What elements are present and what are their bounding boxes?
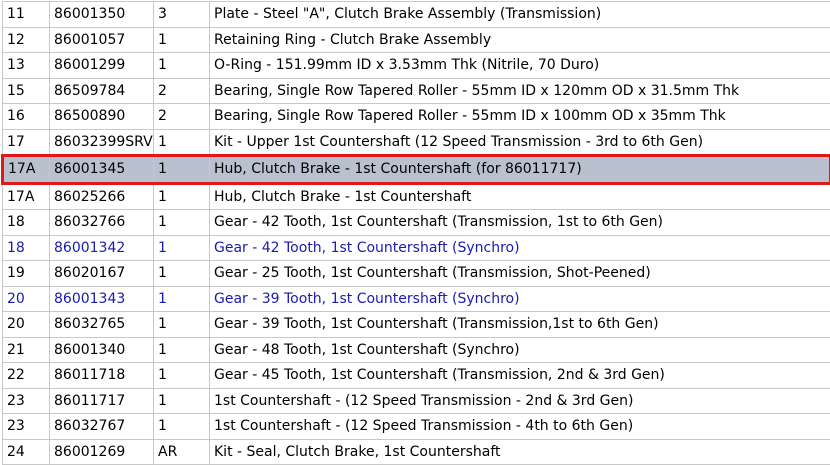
table-row[interactable]: 21 86001340 1 Gear - 48 Tooth, 1st Counters… xyxy=(2,336,830,363)
description-cell: Hub, Clutch Brake - 1st Countershaft (fo… xyxy=(209,154,830,185)
ref-number-cell: 17 xyxy=(2,128,50,156)
description-cell: Gear - 42 Tooth, 1st Countershaft (Trans… xyxy=(209,209,830,236)
quantity-cell[interactable]: 1 xyxy=(153,234,210,261)
table-row[interactable]: 12 86001057 1 Retaining Ring - Clutch Brake… xyxy=(2,26,830,53)
description-cell: Gear - 45 Tooth, 1st Countershaft (Trans… xyxy=(209,362,830,389)
quantity-cell: 1 xyxy=(153,154,210,185)
description-cell: Plate - Steel "A", Clutch Brake Assembly… xyxy=(209,1,830,28)
description-cell[interactable]: Gear - 42 Tooth, 1st Countershaft (Synch… xyxy=(209,234,830,261)
parts-list-table: 11 86001350 3 Plate - Steel "A", Clutch Bra… xyxy=(1,1,830,465)
table-row[interactable]: 17 86032399SRV 1 Kit - Upper 1st Countersha… xyxy=(2,128,830,156)
part-number-cell[interactable]: 86001342 xyxy=(49,234,154,261)
ref-number-cell[interactable]: 20 xyxy=(2,285,50,312)
part-number-cell: 86500890 xyxy=(49,103,154,130)
ref-number-cell: 16 xyxy=(2,103,50,130)
description-cell: Gear - 25 Tooth, 1st Countershaft (Trans… xyxy=(209,260,830,287)
quantity-cell: 1 xyxy=(153,362,210,389)
table-row[interactable]: 20 86001343 1 Gear - 39 Tooth, 1st Counters… xyxy=(2,285,830,312)
part-number-cell[interactable]: 86001343 xyxy=(49,285,154,312)
ref-number-cell: 11 xyxy=(2,1,50,28)
table-row[interactable]: 23 86032767 1 1st Countershaft - (12 Speed … xyxy=(2,413,830,440)
quantity-cell: AR xyxy=(153,438,210,465)
part-number-cell: 86032767 xyxy=(49,413,154,440)
part-number-cell: 86011717 xyxy=(49,387,154,414)
table-row[interactable]: 11 86001350 3 Plate - Steel "A", Clutch Bra… xyxy=(2,1,830,28)
quantity-cell: 1 xyxy=(153,52,210,79)
ref-number-cell: 17A xyxy=(2,182,50,210)
description-cell: 1st Countershaft - (12 Speed Transmissio… xyxy=(209,387,830,414)
quantity-cell: 1 xyxy=(153,413,210,440)
description-cell: Bearing, Single Row Tapered Roller - 55m… xyxy=(209,77,830,104)
ref-number-cell: 15 xyxy=(2,77,50,104)
table-row[interactable]: 13 86001299 1 O-Ring - 151.99mm ID x 3.53mm… xyxy=(2,52,830,79)
part-number-cell: 86509784 xyxy=(49,77,154,104)
table-row[interactable]: 20 86032765 1 Gear - 39 Tooth, 1st Counters… xyxy=(2,311,830,338)
quantity-cell: 2 xyxy=(153,77,210,104)
part-number-cell: 86020167 xyxy=(49,260,154,287)
ref-number-cell: 13 xyxy=(2,52,50,79)
part-number-cell: 86001350 xyxy=(49,1,154,28)
part-number-cell: 86001345 xyxy=(49,154,154,185)
quantity-cell: 1 xyxy=(153,182,210,210)
ref-number-cell: 21 xyxy=(2,336,50,363)
description-cell: Kit - Seal, Clutch Brake, 1st Countersha… xyxy=(209,438,830,465)
part-number-cell: 86032766 xyxy=(49,209,154,236)
part-number-cell: 86001299 xyxy=(49,52,154,79)
description-cell: Retaining Ring - Clutch Brake Assembly xyxy=(209,26,830,53)
table-row[interactable]: 23 86011717 1 1st Countershaft - (12 Speed … xyxy=(2,387,830,414)
ref-number-cell: 20 xyxy=(2,311,50,338)
table-row[interactable]: 18 86032766 1 Gear - 42 Tooth, 1st Counters… xyxy=(2,209,830,236)
quantity-cell: 1 xyxy=(153,336,210,363)
part-number-cell: 86001057 xyxy=(49,26,154,53)
ref-number-cell: 17A xyxy=(1,154,50,185)
description-cell: Gear - 39 Tooth, 1st Countershaft (Trans… xyxy=(209,311,830,338)
quantity-cell: 3 xyxy=(153,1,210,28)
table-row[interactable]: 15 86509784 2 Bearing, Single Row Tapered R… xyxy=(2,77,830,104)
part-number-cell: 86032399SRV xyxy=(49,128,154,156)
description-cell: Kit - Upper 1st Countershaft (12 Speed T… xyxy=(209,128,830,156)
table-row[interactable]: 17A 86025266 1 Hub, Clutch Brake - 1st Coun… xyxy=(2,182,830,210)
description-cell: 1st Countershaft - (12 Speed Transmissio… xyxy=(209,413,830,440)
part-number-cell: 86032765 xyxy=(49,311,154,338)
ref-number-cell: 23 xyxy=(2,413,50,440)
ref-number-cell: 18 xyxy=(2,209,50,236)
part-number-cell: 86001340 xyxy=(49,336,154,363)
description-cell: O-Ring - 151.99mm ID x 3.53mm Thk (Nitri… xyxy=(209,52,830,79)
ref-number-cell[interactable]: 18 xyxy=(2,234,50,261)
table-row-selected[interactable]: 17A 86001345 1 Hub, Clutch Brake - 1st Coun… xyxy=(1,154,830,185)
quantity-cell: 1 xyxy=(153,387,210,414)
description-cell: Gear - 48 Tooth, 1st Countershaft (Synch… xyxy=(209,336,830,363)
table-row[interactable]: 24 86001269 AR Kit - Seal, Clutch Brake, 1s… xyxy=(2,438,830,465)
description-cell: Bearing, Single Row Tapered Roller - 55m… xyxy=(209,103,830,130)
ref-number-cell: 19 xyxy=(2,260,50,287)
parts-list-body: 11 86001350 3 Plate - Steel "A", Clutch Bra… xyxy=(1,1,830,465)
quantity-cell: 1 xyxy=(153,128,210,156)
table-row[interactable]: 22 86011718 1 Gear - 45 Tooth, 1st Counters… xyxy=(2,362,830,389)
table-row[interactable]: 18 86001342 1 Gear - 42 Tooth, 1st Counters… xyxy=(2,234,830,261)
table-row[interactable]: 16 86500890 2 Bearing, Single Row Tapered R… xyxy=(2,103,830,130)
ref-number-cell: 24 xyxy=(2,438,50,465)
part-number-cell: 86001269 xyxy=(49,438,154,465)
quantity-cell: 1 xyxy=(153,209,210,236)
ref-number-cell: 12 xyxy=(2,26,50,53)
quantity-cell[interactable]: 1 xyxy=(153,285,210,312)
description-cell: Hub, Clutch Brake - 1st Countershaft xyxy=(209,182,830,210)
quantity-cell: 1 xyxy=(153,260,210,287)
ref-number-cell: 23 xyxy=(2,387,50,414)
quantity-cell: 2 xyxy=(153,103,210,130)
ref-number-cell: 22 xyxy=(2,362,50,389)
description-cell[interactable]: Gear - 39 Tooth, 1st Countershaft (Synch… xyxy=(209,285,830,312)
table-row[interactable]: 19 86020167 1 Gear - 25 Tooth, 1st Counters… xyxy=(2,260,830,287)
part-number-cell: 86011718 xyxy=(49,362,154,389)
quantity-cell: 1 xyxy=(153,26,210,53)
quantity-cell: 1 xyxy=(153,311,210,338)
part-number-cell: 86025266 xyxy=(49,182,154,210)
